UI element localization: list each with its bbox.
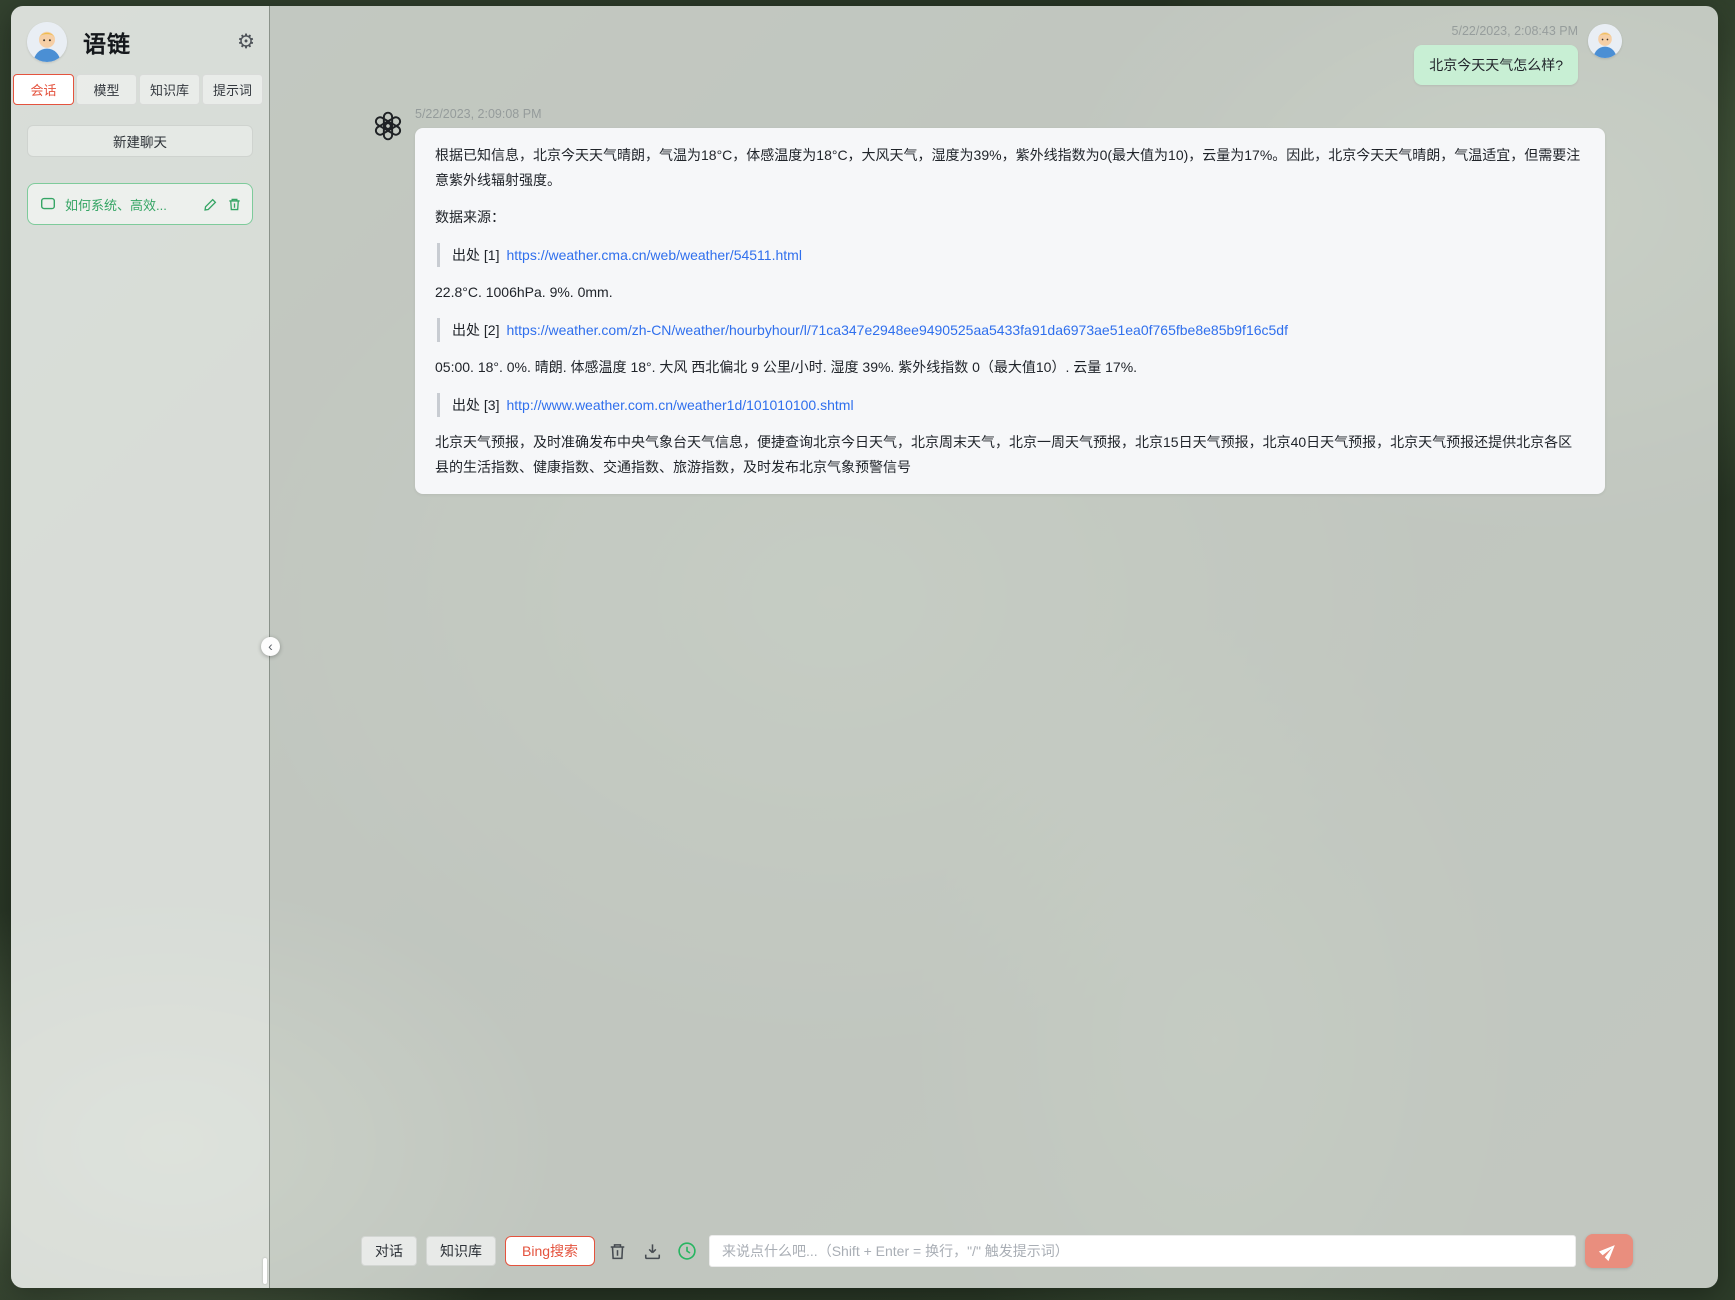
citation-3: 出处 [3] http://www.weather.com.cn/weather… <box>437 392 1585 418</box>
citation-2: 出处 [2] https://weather.com/zh-CN/weather… <box>437 317 1585 343</box>
chat-main: 5/22/2023, 2:08:43 PM 北京今天天气怎么样? 5/22/20… <box>271 6 1718 1288</box>
export-download-button[interactable] <box>639 1238 665 1264</box>
mode-button-knowledge-base[interactable]: 知识库 <box>426 1236 496 1266</box>
mode-button-dialog[interactable]: 对话 <box>361 1236 417 1266</box>
message-list[interactable]: 5/22/2023, 2:08:43 PM 北京今天天气怎么样? 5/22/20… <box>271 6 1718 1218</box>
user-message: 5/22/2023, 2:08:43 PM 北京今天天气怎么样? <box>373 24 1622 85</box>
avatar-boy-icon <box>27 22 67 62</box>
user-message-bubble: 北京今天天气怎么样? <box>1414 45 1578 85</box>
app-window: 语链 ⚙ 会话 模型 知识库 提示词 新建聊天 如何系统、高效... ‹ 5/2… <box>11 6 1718 1288</box>
conversation-list-item[interactable]: 如何系统、高效... <box>27 183 253 225</box>
citation-3-excerpt: 北京天气预报，及时准确发布中央气象台天气信息，便捷查询北京今日天气，北京周末天气… <box>435 434 1573 475</box>
history-button[interactable] <box>674 1238 700 1264</box>
citation-1-link[interactable]: https://weather.cma.cn/web/weather/54511… <box>506 243 801 268</box>
citation-1: 出处 [1] https://weather.cma.cn/web/weathe… <box>437 242 1585 268</box>
citation-3-link[interactable]: http://www.weather.com.cn/weather1d/1010… <box>506 393 853 418</box>
tab-knowledge-base[interactable]: 知识库 <box>139 74 200 105</box>
bing-search-toggle[interactable]: Bing搜索 <box>505 1236 596 1266</box>
send-button[interactable] <box>1585 1234 1633 1268</box>
chevron-left-icon: ‹ <box>268 637 273 654</box>
trash-icon <box>610 1243 624 1259</box>
tab-prompts[interactable]: 提示词 <box>202 74 263 105</box>
citation-2-link[interactable]: https://weather.com/zh-CN/weather/hourby… <box>506 318 1288 343</box>
edit-pencil-icon[interactable] <box>203 197 218 212</box>
user-avatar[interactable] <box>27 22 67 62</box>
delete-conversation-icon[interactable] <box>227 197 242 212</box>
sidebar: 语链 ⚙ 会话 模型 知识库 提示词 新建聊天 如何系统、高效... <box>11 6 270 1288</box>
citation-1-label: 出处 [1] <box>452 246 500 263</box>
conversation-title: 如何系统、高效... <box>65 197 167 213</box>
citation-2-excerpt: 05:00. 18°. 0%. 晴朗. 体感温度 18°. 大风 西北偏北 9 … <box>435 359 1138 375</box>
clock-icon <box>678 1242 696 1260</box>
user-message-timestamp: 5/22/2023, 2:08:43 PM <box>1451 24 1578 38</box>
composer-bar: 对话 知识库 Bing搜索 <box>361 1234 1633 1268</box>
sidebar-tabs: 会话 模型 知识库 提示词 <box>11 74 269 105</box>
chat-bubble-icon <box>41 197 56 210</box>
clear-messages-button[interactable] <box>604 1238 630 1264</box>
citation-3-label: 出处 [3] <box>452 396 500 413</box>
sidebar-scrollbar-thumb[interactable] <box>263 1258 267 1284</box>
app-title: 语链 <box>83 31 131 57</box>
assistant-message: 5/22/2023, 2:09:08 PM 根据已知信息，北京今天天气晴朗，气温… <box>373 107 1622 494</box>
tab-models[interactable]: 模型 <box>76 74 137 105</box>
sidebar-header: 语链 ⚙ <box>11 6 269 74</box>
assistant-message-timestamp: 5/22/2023, 2:09:08 PM <box>415 107 542 121</box>
settings-gear-icon[interactable]: ⚙ <box>237 32 255 52</box>
sources-heading: 数据来源： <box>435 209 505 225</box>
avatar-boy-icon <box>1588 24 1622 58</box>
answer-paragraph: 根据已知信息，北京今天天气晴朗，气温为18°C，体感温度为18°C，大风天气，湿… <box>435 147 1581 188</box>
user-avatar <box>1588 24 1622 58</box>
citation-1-excerpt: 22.8°C. 1006hPa. 9%. 0mm. <box>435 284 613 300</box>
download-icon <box>644 1243 660 1259</box>
sidebar-collapse-button[interactable]: ‹ <box>261 637 280 656</box>
openai-logo-icon <box>373 111 403 141</box>
assistant-message-card: 根据已知信息，北京今天天气晴朗，气温为18°C，体感温度为18°C，大风天气，湿… <box>415 128 1605 494</box>
tab-conversations[interactable]: 会话 <box>13 74 74 105</box>
new-chat-button[interactable]: 新建聊天 <box>27 125 253 157</box>
message-input[interactable] <box>709 1235 1576 1267</box>
paper-plane-icon <box>1598 1245 1615 1262</box>
citation-2-label: 出处 [2] <box>452 321 500 338</box>
